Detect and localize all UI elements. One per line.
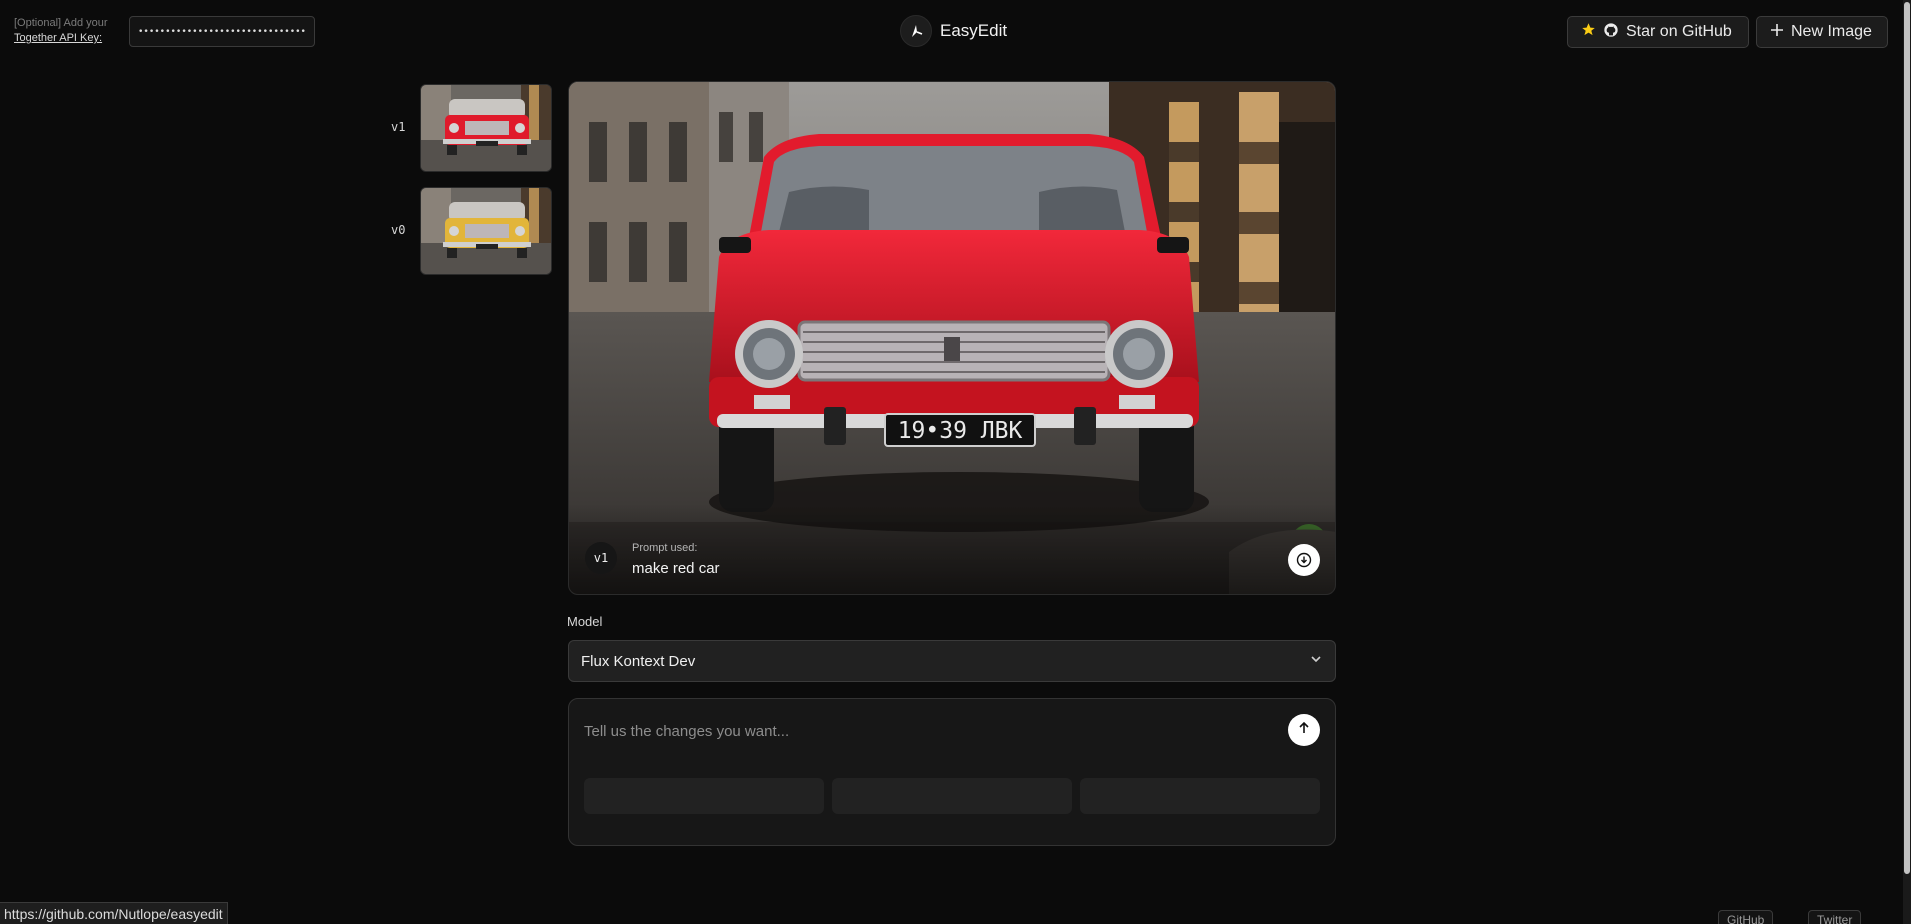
footer-twitter-link[interactable]: Twitter [1808, 910, 1862, 924]
brand[interactable]: EasyEdit [900, 15, 1007, 47]
version-badge: v1 [585, 542, 617, 574]
star-label: Star on GitHub [1626, 23, 1732, 40]
scrollbar[interactable] [1903, 0, 1911, 924]
main-image: 19•39 ЛВК v1 Prompt used: make red car [568, 81, 1336, 595]
footer-twitter-label: Twitter [1817, 913, 1853, 924]
model-label: Model [567, 614, 603, 629]
status-bar-url: https://github.com/Nutlope/easyedit [0, 902, 228, 924]
github-icon [1603, 22, 1619, 43]
api-key-label: [Optional] Add your Together API Key: [14, 16, 108, 46]
version-thumbnail-v0[interactable] [420, 187, 552, 275]
footer-github-label: GitHub [1727, 913, 1765, 924]
prompt-box[interactable]: Tell us the changes you want... [568, 698, 1336, 846]
brand-logo-icon [900, 15, 932, 47]
new-image-button[interactable]: New Image [1756, 16, 1888, 48]
version-thumbnail-v1[interactable] [420, 84, 552, 172]
model-selected-value: Flux Kontext Dev [581, 652, 696, 670]
prompt-used-text: make red car [632, 560, 720, 577]
suggestion-placeholder[interactable] [832, 778, 1072, 814]
app-root: [Optional] Add your Together API Key: Ea… [0, 0, 1911, 924]
prompt-used-label: Prompt used: [632, 542, 698, 554]
api-key-input[interactable] [129, 16, 315, 47]
download-button[interactable] [1288, 544, 1320, 576]
send-button[interactable] [1288, 714, 1320, 746]
scrollbar-thumb[interactable] [1904, 2, 1910, 874]
prompt-input[interactable]: Tell us the changes you want... [584, 723, 789, 740]
arrow-up-icon [1297, 721, 1311, 740]
suggestion-placeholder[interactable] [584, 778, 824, 814]
plus-icon [1770, 23, 1784, 42]
version-label-v1: v1 [391, 120, 406, 134]
footer-github-link[interactable]: GitHub [1718, 910, 1774, 924]
new-image-label: New Image [1791, 23, 1872, 40]
version-label-v0: v0 [391, 223, 406, 237]
chevron-down-icon [1309, 652, 1323, 670]
api-key-link[interactable]: Together API Key: [14, 31, 108, 46]
suggestion-placeholder[interactable] [1080, 778, 1320, 814]
brand-name: EasyEdit [940, 21, 1008, 40]
star-on-github-button[interactable]: Star on GitHub [1567, 16, 1749, 48]
license-plate-text: 19•39 ЛВК [898, 418, 1023, 444]
download-icon [1296, 552, 1312, 568]
star-icon [1581, 22, 1596, 42]
model-select[interactable]: Flux Kontext Dev [568, 640, 1336, 682]
api-key-hint: [Optional] Add your [14, 17, 108, 29]
